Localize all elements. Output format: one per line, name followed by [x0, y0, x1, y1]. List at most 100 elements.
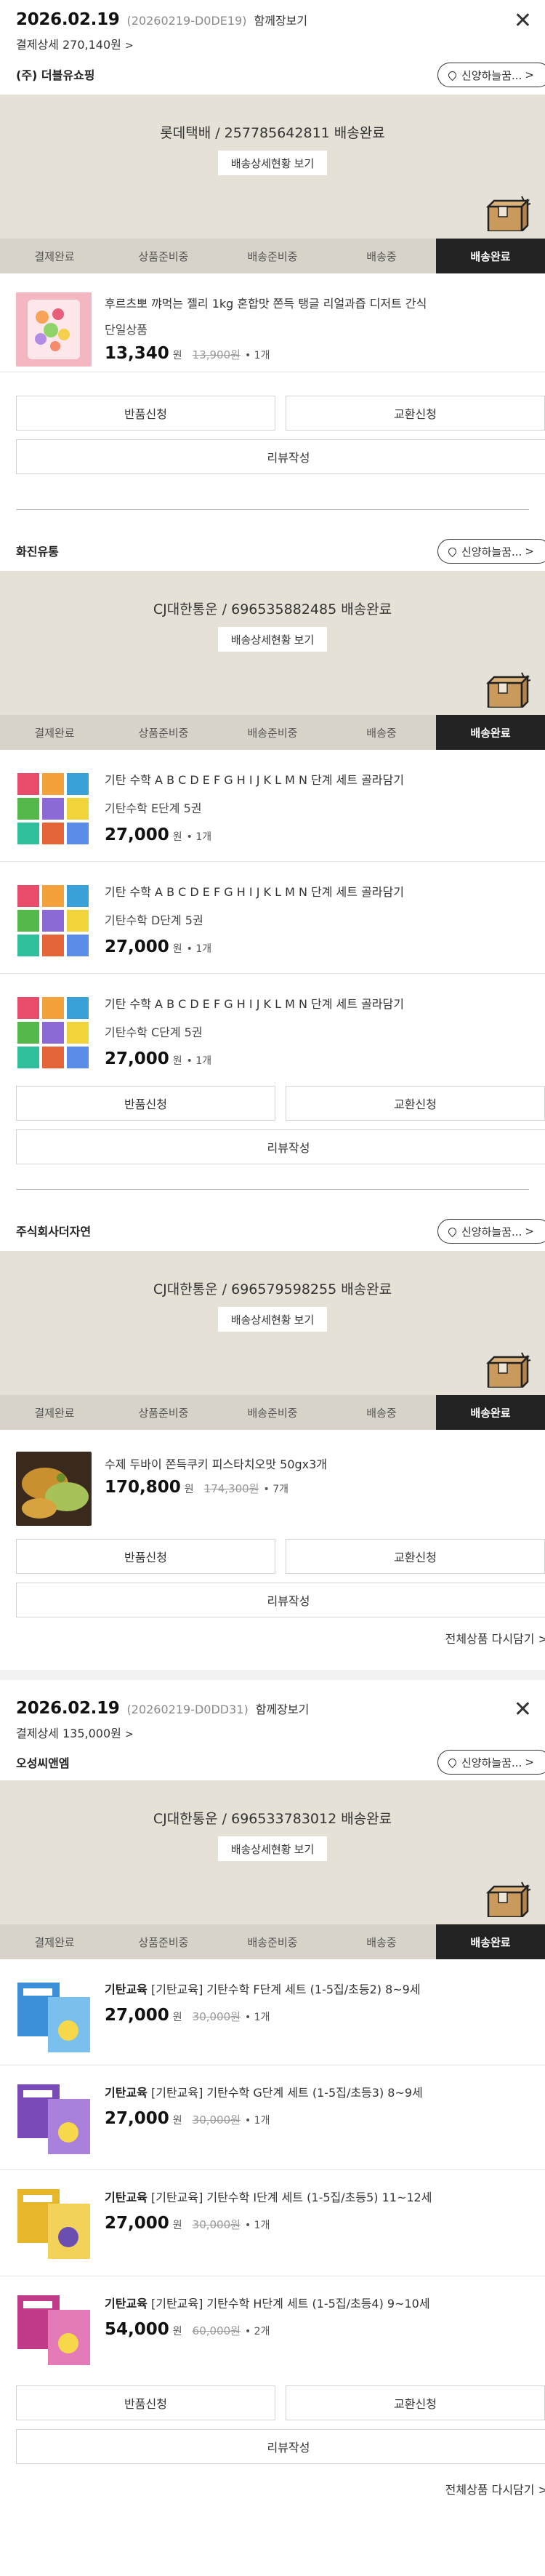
product-option: 단일상품	[105, 323, 148, 337]
product-title: [기탄교육] 기탄수학 F단계 세트 (1-5집/초등2) 8~9세	[150, 1983, 421, 1996]
original-price: 174,300원	[203, 1482, 259, 1495]
product-image	[16, 292, 92, 367]
product-image	[16, 882, 92, 958]
product-quantity: • 7개	[263, 1484, 289, 1495]
return-button[interactable]: 반품신청	[16, 1086, 275, 1121]
step-delivered: 배송완료	[436, 1395, 545, 1430]
step-preparing-shipment: 배송준비중	[247, 1935, 298, 1949]
order-actions: 반품신청 교환신청 리뷰작성	[0, 2384, 545, 2480]
exchange-button[interactable]: 교환신청	[286, 2385, 545, 2420]
product-price: 27,000	[105, 1049, 169, 1068]
tracking-detail-button[interactable]: 배송상세현황 보기	[218, 151, 327, 175]
delivery-status-text: CJ대한통운 / 696533783012 배송완료	[153, 1811, 392, 1827]
tracking-detail-button[interactable]: 배송상세현황 보기	[218, 627, 327, 652]
product-option: 기탄수학 D단계 5권	[105, 913, 203, 927]
store-button[interactable]: 신양하늘꿈... >	[437, 1219, 545, 1244]
return-button[interactable]: 반품신청	[16, 1539, 275, 1574]
step-shipping: 배송중	[366, 249, 397, 263]
step-shipping: 배송중	[366, 726, 397, 740]
product-name: 기탄교육 [기탄교육] 기탄수학 G단계 세트 (1-5집/초등3) 8~9세	[105, 2083, 529, 2100]
product-name: 기탄교육 [기탄교육] 기탄수학 I단계 세트 (1-5집/초등5) 11~12…	[105, 2188, 529, 2205]
store-button[interactable]: 신양하늘꿈... >	[437, 63, 545, 87]
repurchase-all-link[interactable]: 전체상품 다시담기 >	[0, 2480, 545, 2509]
product-item[interactable]: 기탄교육 [기탄교육] 기탄수학 G단계 세트 (1-5집/초등3) 8~9세 …	[0, 2065, 545, 2170]
product-price: 27,000	[105, 2214, 169, 2233]
payment-detail-link[interactable]: 결제상세 270,140원 >	[16, 35, 529, 52]
product-item[interactable]: 기탄교육 [기탄교육] 기탄수학 H단계 세트 (1-5집/초등4) 9~10세…	[0, 2276, 545, 2384]
product-item[interactable]: 기탄 수학 A B C D E F G H I J K L M N 단계 세트 …	[0, 750, 545, 862]
product-price: 27,000	[105, 2109, 169, 2128]
price-row: 27,000 원 30,000원 • 1개	[105, 2109, 270, 2128]
product-quantity: • 1개	[186, 1055, 212, 1067]
exchange-button[interactable]: 교환신청	[286, 396, 545, 431]
delivery-box-icon	[485, 672, 531, 708]
close-icon[interactable]: ✕	[514, 1699, 532, 1721]
delivery-status-text: 롯데택배 / 257785642811 배송완료	[160, 125, 385, 141]
return-button[interactable]: 반품신청	[16, 2385, 275, 2420]
delivery-status-text: CJ대한통운 / 696535882485 배송완료	[153, 601, 392, 617]
store-button[interactable]: 신양하늘꿈... >	[437, 1750, 545, 1775]
product-title: [기탄교육] 기탄수학 G단계 세트 (1-5집/초등3) 8~9세	[150, 2086, 423, 2100]
tracking-detail-button[interactable]: 배송상세현황 보기	[218, 1307, 327, 1332]
repurchase-all-link[interactable]: 전체상품 다시담기 >	[0, 1629, 545, 1670]
product-brand: 기탄교육	[105, 2297, 148, 2311]
order-card: 2026.02.19 (20260219-D0DD31) 함께장보기 결제상세 …	[0, 1680, 545, 2509]
location-pin-icon	[446, 545, 459, 557]
exchange-button[interactable]: 교환신청	[286, 1086, 545, 1121]
original-price: 60,000원	[192, 2324, 241, 2337]
step-preparing-shipment: 배송준비중	[247, 1406, 298, 1420]
order-divider	[0, 1670, 545, 1680]
step-delivered: 배송완료	[436, 1924, 545, 1959]
delivery-status-banner: CJ대한통운 / 696579598255 배송완료 배송상세현황 보기 결제완…	[0, 1251, 545, 1430]
product-price: 170,800	[105, 1478, 181, 1497]
close-icon[interactable]: ✕	[514, 10, 532, 32]
store-button-label: 신양하늘꿈...	[461, 1756, 522, 1769]
currency-unit: 원	[172, 2012, 182, 2023]
product-quantity: • 1개	[186, 943, 212, 955]
product-quantity: • 1개	[244, 2115, 270, 2127]
chevron-right-icon: >	[124, 40, 134, 52]
store-button-label: 신양하늘꿈...	[461, 545, 522, 559]
seller-name: 오성씨앤엠	[16, 1756, 70, 1770]
delivery-status-text: CJ대한통운 / 696579598255 배송완료	[153, 1281, 392, 1297]
step-payment-complete: 결제완료	[34, 1406, 75, 1420]
product-item[interactable]: 기탄 수학 A B C D E F G H I J K L M N 단계 세트 …	[0, 862, 545, 974]
product-quantity: • 1개	[244, 2012, 270, 2023]
currency-unit: 원	[172, 2326, 182, 2337]
order-receipt-type: 함께장보기	[255, 1703, 310, 1716]
product-name: 기탄 수학 A B C D E F G H I J K L M N 단계 세트 …	[105, 997, 404, 1011]
step-delivered: 배송완료	[436, 239, 545, 273]
currency-unit: 원	[172, 831, 182, 843]
currency-unit: 원	[172, 1055, 182, 1067]
step-payment-complete: 결제완료	[34, 249, 75, 263]
product-option: 기탄수학 C단계 5권	[105, 1025, 203, 1039]
review-button[interactable]: 리뷰작성	[16, 1583, 545, 1617]
exchange-button[interactable]: 교환신청	[286, 1539, 545, 1574]
delivery-box-icon	[485, 196, 531, 231]
currency-unit: 원	[172, 943, 182, 955]
product-brand: 기탄교육	[105, 1983, 148, 1996]
review-button[interactable]: 리뷰작성	[16, 1129, 545, 1164]
seller-row: 화진유통 신양하늘꿈... >	[0, 510, 545, 571]
product-item[interactable]: 기탄 수학 A B C D E F G H I J K L M N 단계 세트 …	[0, 974, 545, 1081]
return-button[interactable]: 반품신청	[16, 396, 275, 431]
currency-unit: 원	[172, 2220, 182, 2231]
step-shipping: 배송중	[366, 1935, 397, 1949]
product-item[interactable]: 기탄교육 [기탄교육] 기탄수학 I단계 세트 (1-5집/초등5) 11~12…	[0, 2170, 545, 2276]
order-number: (20260219-D0DE19)	[126, 14, 247, 28]
location-pin-icon	[446, 1225, 459, 1237]
order-date: 2026.02.19	[16, 10, 120, 29]
price-row: 27,000 원 30,000원 • 1개	[105, 2214, 270, 2233]
product-item[interactable]: 후르츠뽀 꺄먹는 젤리 1kg 혼합맛 쫀득 탱글 리얼과즙 디저트 간식 단일…	[0, 273, 545, 372]
store-button[interactable]: 신양하늘꿈... >	[437, 539, 545, 564]
payment-detail-link[interactable]: 결제상세 135,000원 >	[16, 1724, 529, 1741]
payment-detail-text: 결제상세 270,140원	[16, 38, 121, 52]
tracking-detail-button[interactable]: 배송상세현황 보기	[218, 1836, 327, 1861]
review-button[interactable]: 리뷰작성	[16, 2429, 545, 2464]
product-item[interactable]: 수제 두바이 쫀득쿠키 피스타치오맛 50gx3개 170,800 원 174,30…	[0, 1430, 545, 1539]
product-item[interactable]: 기탄교육 [기탄교육] 기탄수학 F단계 세트 (1-5집/초등2) 8~9세 …	[0, 1959, 545, 2065]
review-button[interactable]: 리뷰작성	[16, 439, 545, 474]
step-payment-complete: 결제완료	[34, 1935, 75, 1949]
order-number: (20260219-D0DD31)	[126, 1703, 249, 1716]
product-price: 27,000	[105, 937, 169, 956]
